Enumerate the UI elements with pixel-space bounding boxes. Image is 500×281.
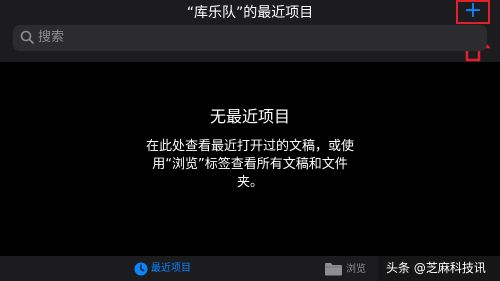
watermark-text: 头条 @芝麻科技讯 — [386, 261, 486, 275]
empty-state-title: 无最近项目 — [209, 107, 290, 126]
page-title: “库乐队”的最近项目 — [186, 5, 314, 21]
clock-icon — [134, 262, 148, 276]
plus-icon: + — [463, 0, 483, 23]
folder-icon — [325, 263, 342, 276]
add-button-highlight: + — [456, 0, 490, 24]
add-button[interactable]: + — [458, 0, 488, 23]
search-input[interactable]: 搜索 — [38, 29, 64, 47]
search-icon — [20, 30, 34, 44]
tab-recent-label: 最近项目 — [151, 263, 191, 274]
watermark: 头条 @芝麻科技讯 — [378, 256, 500, 281]
empty-state-description: 在此处查看最近打开过的文稿，或使用“浏览”标签查看所有文稿和文件夹。 — [145, 139, 354, 190]
search-bar[interactable]: 搜索 — [13, 25, 487, 51]
navigation-header: “库乐队”的最近项目 + 搜索 — [0, 0, 500, 62]
tab-browse-label: 浏览 — [346, 264, 366, 275]
